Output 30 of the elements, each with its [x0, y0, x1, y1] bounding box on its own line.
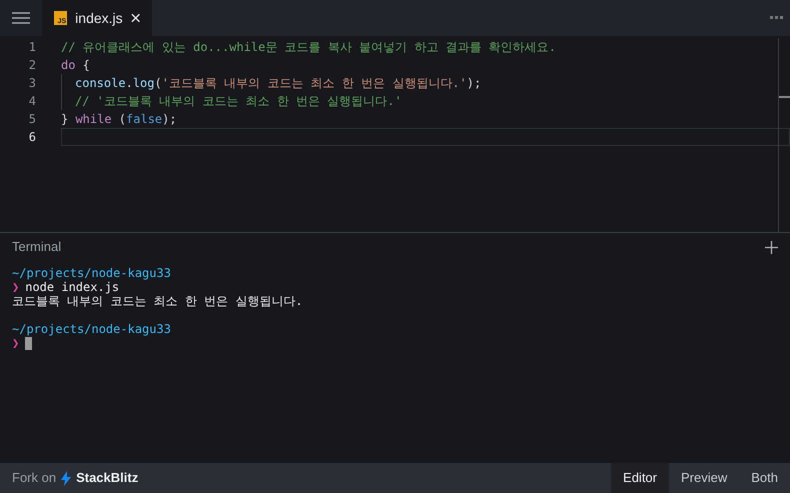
line-number: 5: [28, 111, 37, 128]
line-number: 2: [28, 57, 37, 74]
code-line: do {: [61, 57, 90, 74]
view-tab[interactable]: Both: [739, 463, 790, 493]
lightning-icon: [61, 470, 72, 486]
code-line: console.log('코드블록 내부의 코드는 최소 한 번은 실행됩니다.');: [75, 75, 482, 92]
code-line: // '코드블록 내부의 코드는 최소 한 번은 실행됩니다.': [75, 93, 402, 110]
terminal-path: ~/projects/node-kagu33: [12, 322, 171, 336]
view-tab[interactable]: Editor: [611, 463, 669, 493]
prompt-symbol: ❯: [12, 280, 20, 294]
line-number: 3: [28, 75, 37, 92]
code-line: // 유어클래스에 있는 do...while문 코드를 복사 붙여넣기 하고 결과를 확인하세요.: [61, 39, 556, 56]
view-tab[interactable]: Preview: [669, 463, 740, 493]
prompt-symbol: ❯: [12, 336, 20, 350]
terminal-title: Terminal: [12, 238, 62, 256]
line-number: 4: [28, 93, 37, 110]
tab-label: index.js: [75, 8, 123, 28]
more-icon[interactable]: [770, 16, 784, 20]
close-icon[interactable]: [130, 13, 140, 23]
terminal-cursor: [25, 336, 32, 350]
terminal-command: node index.js: [25, 280, 120, 294]
menu-button[interactable]: [0, 0, 42, 36]
terminal-output: 코드블록 내부의 코드는 최소 한 번은 실행됩니다.: [12, 294, 303, 308]
menu-icon: [12, 12, 30, 24]
line-number: 6: [28, 129, 37, 146]
fork-link[interactable]: Fork on StackBlitz: [0, 468, 138, 488]
code-line: } while (false);: [61, 111, 177, 128]
line-number: 1: [28, 39, 37, 56]
terminal-path: ~/projects/node-kagu33: [12, 266, 171, 280]
add-icon[interactable]: [765, 240, 778, 254]
